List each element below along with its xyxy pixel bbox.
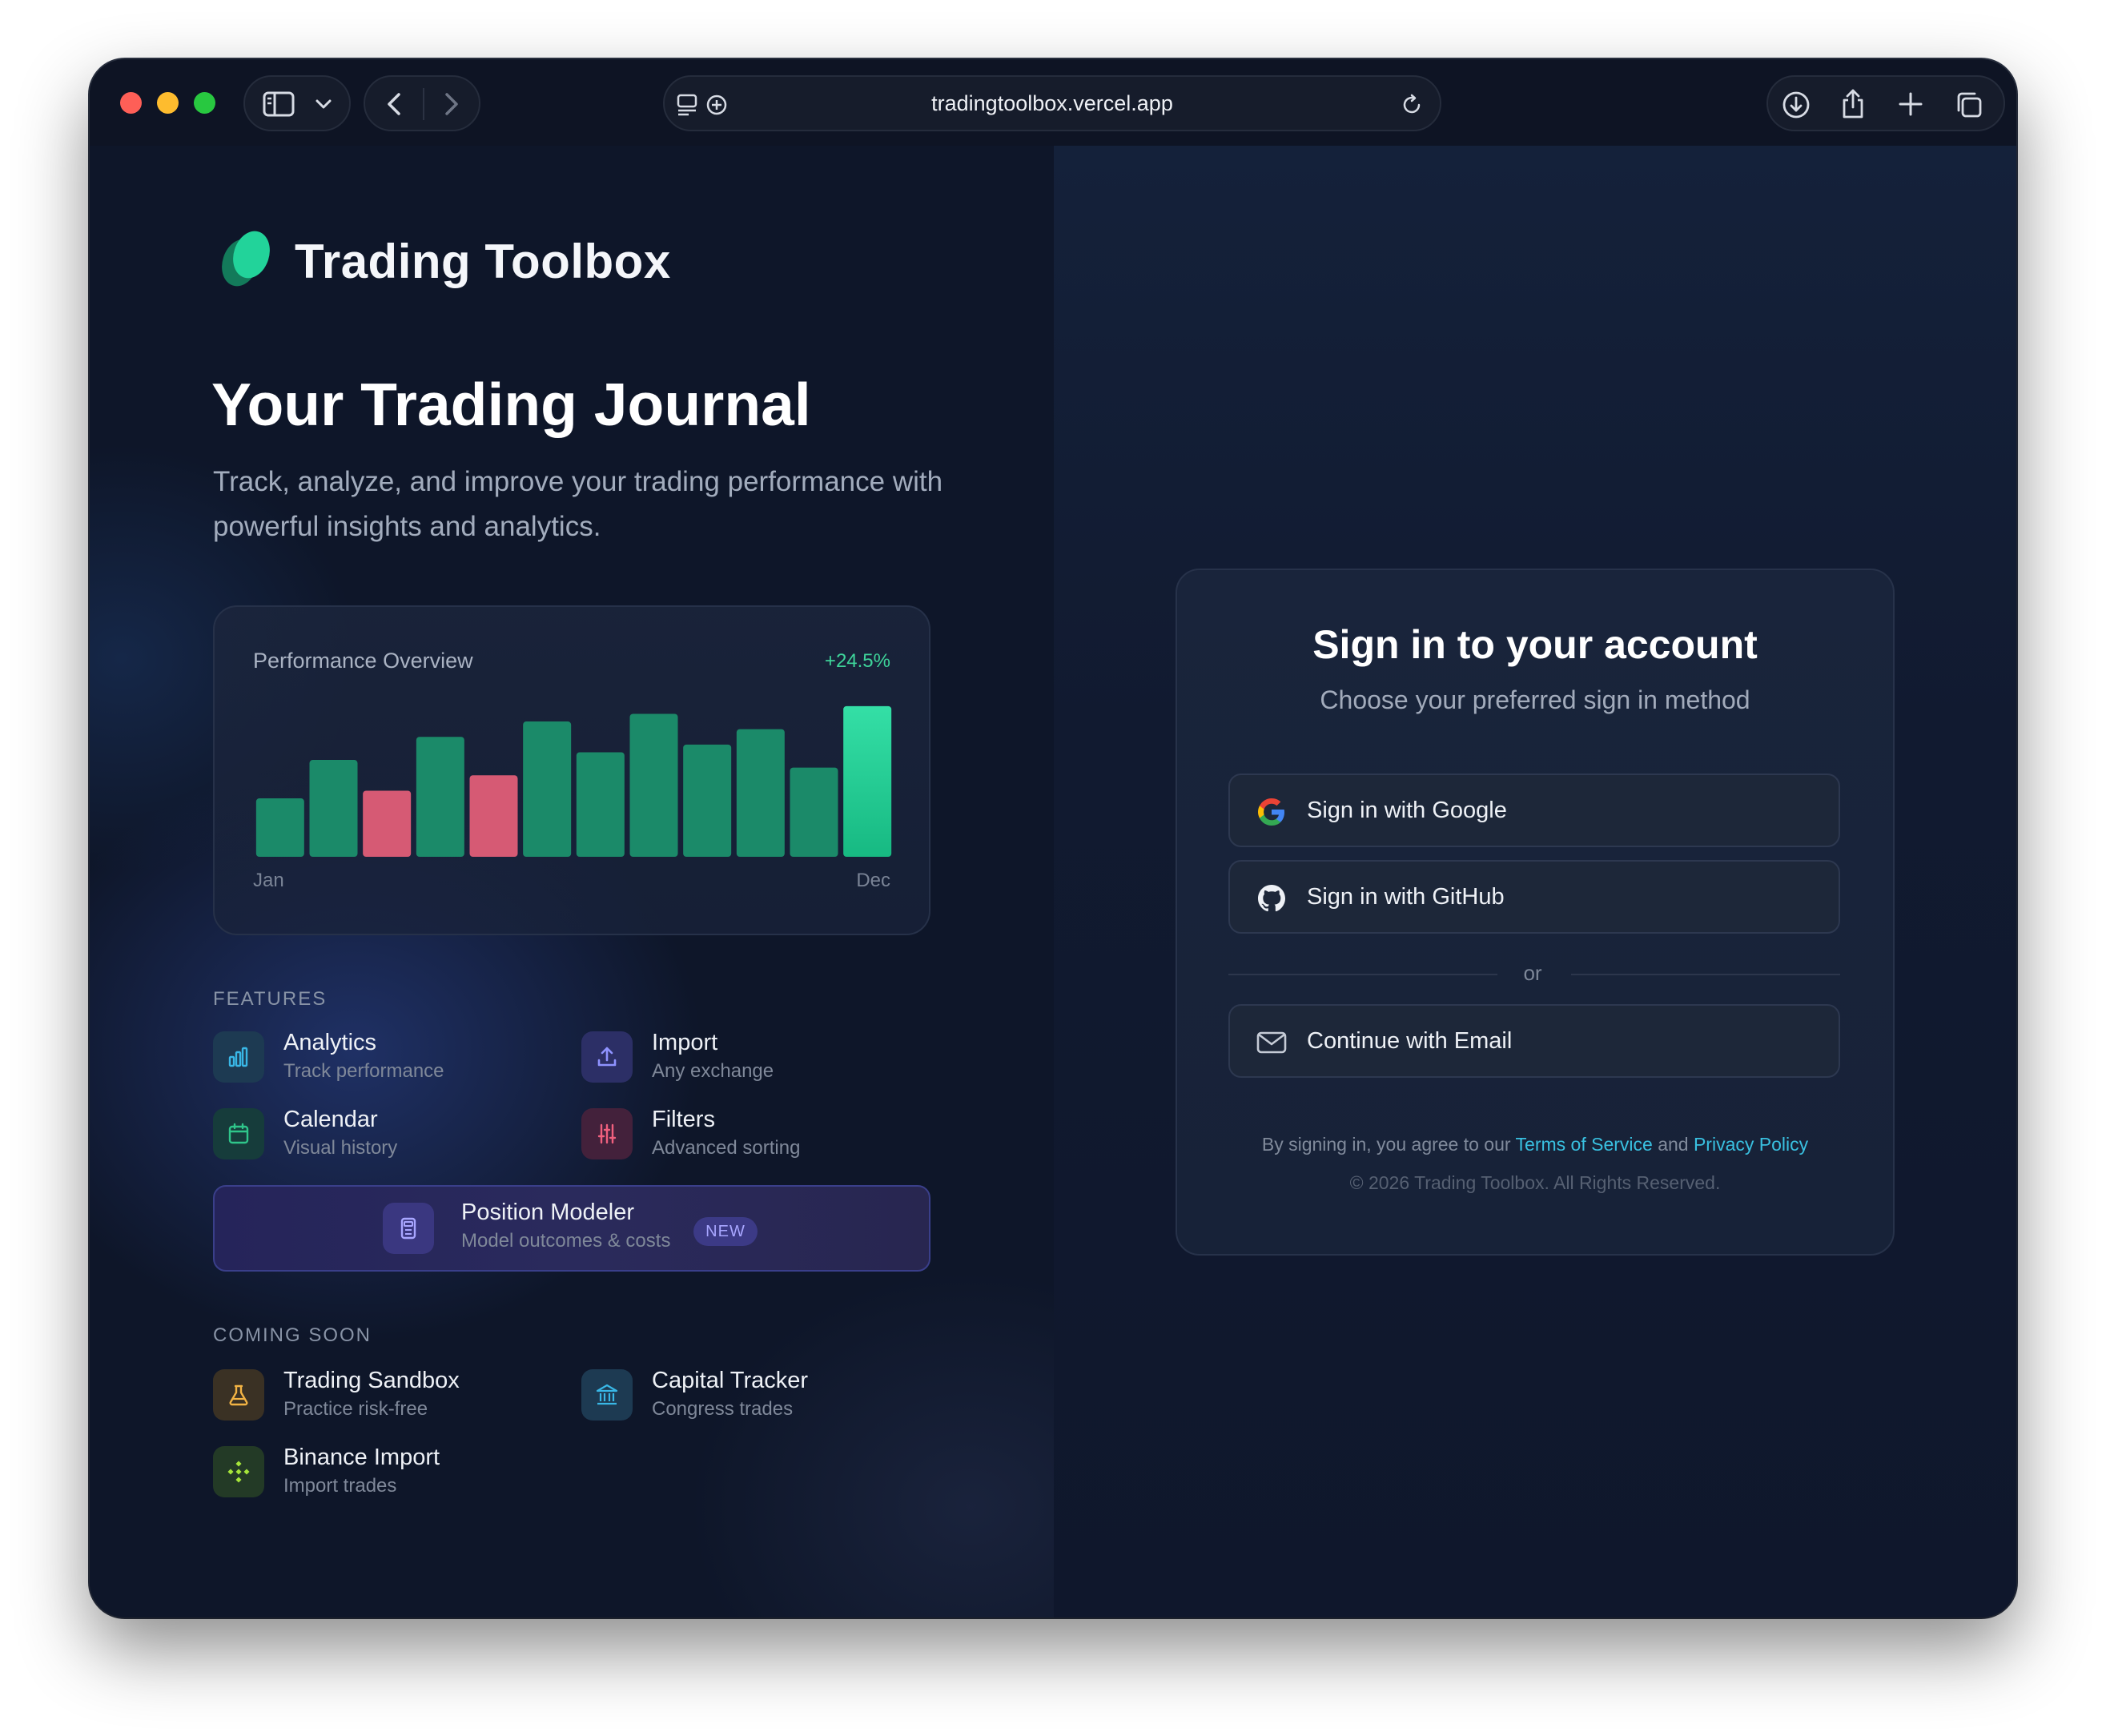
github-signin-label: Sign in with GitHub: [1307, 884, 1505, 910]
chart-bar-jul: [576, 752, 625, 857]
feature-desc: Model outcomes & costs: [461, 1230, 671, 1252]
chart-bar-mar: [363, 790, 412, 857]
calendar-icon: [213, 1108, 264, 1159]
legal-notice: By signing in, you agree to our Terms of…: [1176, 1134, 1895, 1155]
feature-calendar[interactable]: Calendar Visual history: [213, 1107, 549, 1164]
feature-desc: Practice risk-free: [283, 1398, 428, 1420]
performance-chart-card: Performance Overview +24.5% Jan Dec: [213, 605, 930, 935]
logo-icon: [222, 231, 270, 287]
content-layer: Trading Toolbox Your Trading Journal Tra…: [90, 59, 2016, 1617]
github-icon: [1258, 885, 1285, 912]
coming-soon-section-label: COMING SOON: [213, 1324, 372, 1346]
bar-chart-icon: [213, 1031, 264, 1083]
page-subtitle: Track, analyze, and improve your trading…: [213, 466, 943, 542]
feature-title: Calendar: [283, 1107, 378, 1132]
new-badge: NEW: [693, 1217, 758, 1246]
feature-desc: Congress trades: [652, 1398, 794, 1420]
legal-and: and: [1658, 1134, 1689, 1155]
chart-bar-feb: [309, 760, 358, 857]
chart-bar-sep: [683, 744, 732, 857]
chart-bar-jan: [255, 798, 304, 857]
chart-bar-jun: [523, 721, 572, 857]
page-title: Your Trading Journal: [211, 371, 811, 438]
flask-icon: [213, 1369, 264, 1421]
feature-position-modeler[interactable]: Position Modeler Model outcomes & costs: [383, 1200, 703, 1257]
feature-desc: Any exchange: [652, 1060, 774, 1082]
feature-desc: Visual history: [283, 1137, 398, 1159]
coming-soon-binance-import: Binance Import Import trades: [213, 1445, 549, 1502]
signin-title: Sign in to your account: [1312, 622, 1758, 667]
email-signin-button[interactable]: Continue with Email: [1228, 1004, 1840, 1078]
feature-title: Binance Import: [283, 1445, 440, 1470]
legal-prefix: By signing in, you agree to our: [1261, 1134, 1511, 1155]
x-axis-end-label: Dec: [856, 870, 890, 891]
binance-icon: [213, 1446, 264, 1497]
divider-line-right: [1571, 974, 1840, 975]
brand-name: Trading Toolbox: [295, 235, 671, 288]
google-signin-label: Sign in with Google: [1307, 798, 1507, 823]
features-section-label: FEATURES: [213, 988, 328, 1010]
feature-title: Filters: [652, 1107, 715, 1132]
terms-of-service-link[interactable]: Terms of Service: [1516, 1134, 1653, 1155]
chart-bar-dec: [843, 705, 892, 857]
github-signin-button[interactable]: Sign in with GitHub: [1228, 860, 1840, 934]
email-signin-label: Continue with Email: [1307, 1028, 1513, 1054]
coming-soon-trading-sandbox: Trading Sandbox Practice risk-free: [213, 1368, 549, 1425]
feature-title: Analytics: [283, 1030, 377, 1055]
feature-desc: Advanced sorting: [652, 1137, 801, 1159]
performance-bar-chart: [255, 705, 892, 857]
chart-bar-apr: [416, 737, 464, 857]
feature-title: Import: [652, 1030, 718, 1055]
divider-line-left: [1228, 974, 1497, 975]
chart-bar-oct: [736, 729, 785, 857]
chart-bar-may: [469, 775, 518, 857]
feature-import[interactable]: Import Any exchange: [581, 1030, 918, 1087]
signin-subtitle: Choose your preferred sign in method: [1320, 685, 1750, 714]
chart-bar-nov: [790, 767, 838, 857]
sliders-icon: [581, 1108, 633, 1159]
calculator-icon: [383, 1203, 434, 1254]
coming-soon-capital-tracker: Capital Tracker Congress trades: [581, 1368, 918, 1425]
google-signin-button[interactable]: Sign in with Google: [1228, 774, 1840, 847]
feature-title: Position Modeler: [461, 1200, 634, 1225]
feature-filters[interactable]: Filters Advanced sorting: [581, 1107, 918, 1164]
chart-bar-aug: [629, 713, 678, 857]
upload-icon: [581, 1031, 633, 1083]
feature-desc: Track performance: [283, 1060, 444, 1082]
privacy-policy-link[interactable]: Privacy Policy: [1694, 1134, 1808, 1155]
feature-title: Capital Tracker: [652, 1368, 809, 1393]
feature-desc: Import trades: [283, 1475, 397, 1497]
bank-icon: [581, 1369, 633, 1421]
mail-icon: [1256, 1031, 1287, 1054]
divider-or: or: [1523, 961, 1542, 985]
feature-analytics[interactable]: Analytics Track performance: [213, 1030, 549, 1087]
copyright-text: © 2026 Trading Toolbox. All Rights Reser…: [1349, 1172, 1721, 1193]
google-icon: [1258, 798, 1284, 826]
x-axis-start-label: Jan: [253, 870, 284, 891]
feature-title: Trading Sandbox: [283, 1368, 460, 1393]
